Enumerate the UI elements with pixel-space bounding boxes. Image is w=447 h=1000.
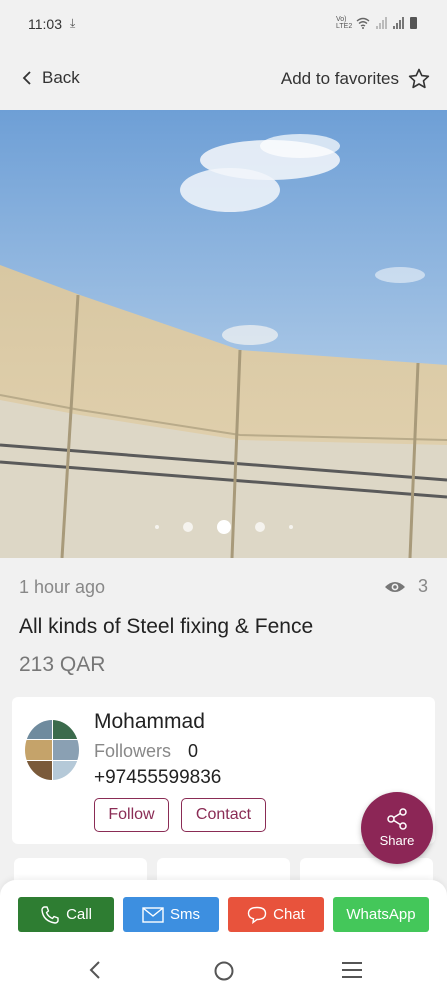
share-label: Share <box>379 833 415 848</box>
system-nav-bar <box>0 942 447 1000</box>
status-bar: 11:03 ⤓ Vo) LTE2 <box>0 0 447 50</box>
signal-icon-sim2 <box>393 17 404 29</box>
call-button[interactable]: Call <box>18 897 114 932</box>
contact-action-bar: Call Sms Chat WhatsApp <box>0 880 447 942</box>
star-icon <box>408 68 430 89</box>
chat-bubble-icon <box>247 906 267 924</box>
favorites-label: Add to favorites <box>280 69 399 88</box>
whatsapp-label: WhatsApp <box>346 906 416 923</box>
system-home-icon[interactable] <box>213 960 235 982</box>
seller-followers: Followers 0 <box>94 741 198 762</box>
gallery-dot[interactable] <box>154 525 159 529</box>
followers-label: Followers <box>94 741 172 761</box>
seller-name: Mohammad <box>94 710 205 733</box>
contact-button[interactable]: Contact <box>181 798 266 832</box>
whatsapp-button[interactable]: WhatsApp <box>333 897 429 932</box>
system-menu-icon[interactable] <box>341 960 363 980</box>
listing-image-gallery[interactable] <box>0 110 447 558</box>
envelope-icon <box>142 906 164 923</box>
signal-icon-sim1 <box>376 17 387 29</box>
battery-icon <box>410 17 417 29</box>
follow-button[interactable]: Follow <box>94 798 169 832</box>
listing-title: All kinds of Steel fixing & Fence <box>19 615 314 638</box>
top-nav: Back Add to favorites <box>0 50 447 110</box>
gallery-dot[interactable] <box>254 522 265 532</box>
back-button[interactable]: Back <box>22 68 80 88</box>
gallery-dot[interactable] <box>182 522 193 532</box>
download-icon: ⤓ <box>70 16 76 30</box>
network-label: Vo) LTE2 <box>336 16 353 30</box>
back-label: Back <box>42 68 80 87</box>
seller-phone[interactable]: +97455599836 <box>94 767 221 789</box>
gallery-dot[interactable] <box>288 525 293 529</box>
call-label: Call <box>66 906 92 923</box>
add-to-favorites-button[interactable]: Add to favorites <box>281 67 431 91</box>
gallery-dot[interactable] <box>216 520 231 534</box>
chat-label: Chat <box>273 906 305 923</box>
phone-icon <box>41 905 59 924</box>
wifi-icon <box>356 17 370 29</box>
sms-label: Sms <box>170 906 200 923</box>
listing-photo <box>0 110 447 558</box>
view-count: 3 <box>384 576 428 597</box>
sms-button[interactable]: Sms <box>123 897 219 932</box>
status-icons: Vo) LTE2 <box>336 16 417 30</box>
chevron-left-icon <box>22 71 31 85</box>
eye-icon <box>384 581 405 592</box>
posted-time: 1 hour ago <box>19 577 106 597</box>
listing-price: 213 QAR <box>19 653 106 676</box>
system-back-icon[interactable] <box>88 960 102 980</box>
gallery-pagination <box>0 520 447 534</box>
chat-button[interactable]: Chat <box>228 897 324 932</box>
status-time: 11:03 <box>28 16 62 32</box>
seller-avatar[interactable] <box>25 720 79 780</box>
share-button[interactable]: Share <box>361 792 433 864</box>
share-icon <box>387 808 407 830</box>
followers-count: 0 <box>188 741 199 761</box>
view-count-value: 3 <box>417 576 428 596</box>
